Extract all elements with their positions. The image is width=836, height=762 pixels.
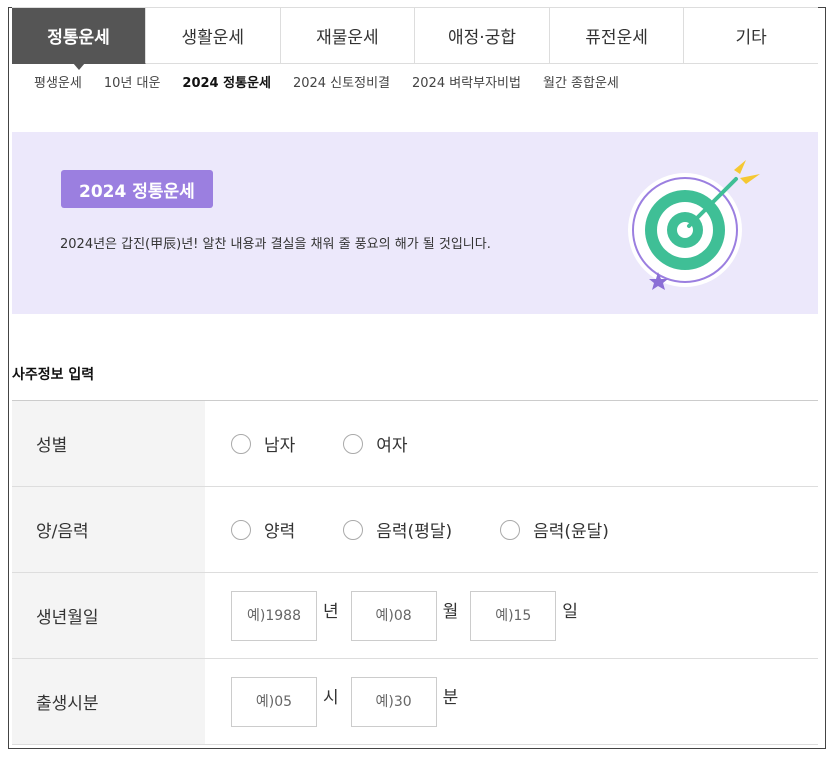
tab-wealth[interactable]: 재물운세 bbox=[280, 8, 416, 64]
radio-label: 음력(윤달) bbox=[533, 522, 609, 542]
banner-description: 2024년은 갑진(甲辰)년! 알찬 내용과 결실을 채워 줄 풍요의 해가 될… bbox=[60, 237, 491, 252]
calendar-solar-radio[interactable]: 양력 bbox=[231, 517, 295, 542]
day-unit: 일 bbox=[562, 602, 578, 622]
radio-circle[interactable] bbox=[343, 519, 364, 540]
radio-label: 음력(평달) bbox=[376, 522, 453, 542]
minute-unit: 분 bbox=[442, 688, 459, 708]
radio-label: 남자 bbox=[264, 436, 296, 456]
gender-female-radio[interactable]: 여자 bbox=[343, 431, 408, 456]
gender-label: 성별 bbox=[12, 401, 205, 486]
calendar-row: 양/음력 양력 음력(평달) 음력(윤달) bbox=[12, 487, 818, 573]
birth-hour-input[interactable] bbox=[231, 676, 317, 727]
gender-male-radio[interactable]: 남자 bbox=[231, 431, 295, 456]
birthdate-row: 생년월일 년 월 일 bbox=[12, 573, 818, 659]
radio-label: 양력 bbox=[264, 522, 296, 542]
subnav-lifetime[interactable]: 평생운세 bbox=[34, 72, 82, 91]
birthtime-row: 출생시분 시 분 bbox=[12, 659, 818, 745]
tab-fusion[interactable]: 퓨전운세 bbox=[549, 8, 685, 64]
hour-unit: 시 bbox=[323, 688, 339, 708]
calendar-lunar-leap-radio[interactable]: 음력(윤달) bbox=[500, 517, 609, 542]
sub-navigation: 평생운세 10년 대운 2024 정통운세 2024 신토정비결 2024 벼락… bbox=[34, 72, 641, 91]
tab-love[interactable]: 애정·궁합 bbox=[415, 8, 550, 64]
month-unit: 월 bbox=[442, 602, 459, 622]
calendar-lunar-regular-radio[interactable]: 음력(평달) bbox=[343, 517, 452, 542]
target-arrow-icon bbox=[628, 160, 760, 290]
radio-circle[interactable] bbox=[343, 433, 364, 454]
birth-month-input[interactable] bbox=[350, 590, 437, 641]
radio-circle[interactable] bbox=[500, 519, 521, 540]
year-unit: 년 bbox=[323, 602, 339, 622]
subnav-rich[interactable]: 2024 벼락부자비법 bbox=[412, 72, 521, 91]
birth-minute-input[interactable] bbox=[350, 676, 437, 727]
banner-badge: 2024 정통운세 bbox=[61, 170, 213, 208]
subnav-10year[interactable]: 10년 대운 bbox=[104, 72, 161, 91]
subnav-tojeong[interactable]: 2024 신토정비결 bbox=[293, 72, 390, 91]
form-title: 사주정보 입력 bbox=[12, 367, 95, 383]
hero-banner: 2024 정통운세 2024년은 갑진(甲辰)년! 알찬 내용과 결실을 채워 … bbox=[12, 132, 818, 314]
radio-label: 여자 bbox=[376, 436, 408, 456]
tab-etc[interactable]: 기타 bbox=[684, 8, 818, 64]
birth-year-input[interactable] bbox=[231, 590, 317, 641]
subnav-2024-jeongtong[interactable]: 2024 정통운세 bbox=[182, 72, 271, 91]
calendar-label: 양/음력 bbox=[12, 487, 205, 572]
birth-day-input[interactable] bbox=[470, 590, 557, 641]
subnav-monthly[interactable]: 월간 종합운세 bbox=[543, 72, 619, 91]
saju-form: 성별 남자 여자 양/음력 양력 음력(평달) 음력(윤달) 생년월일 예)19… bbox=[12, 400, 818, 745]
radio-circle[interactable] bbox=[231, 519, 251, 540]
gender-row: 성별 남자 여자 bbox=[12, 401, 818, 487]
birthdate-label: 생년월일 bbox=[12, 573, 205, 658]
tab-life[interactable]: 생활운세 bbox=[146, 8, 281, 64]
birthtime-label: 출생시분 bbox=[12, 659, 205, 744]
tab-jeongtong[interactable]: 정통운세 bbox=[12, 8, 146, 70]
radio-circle[interactable] bbox=[231, 433, 251, 454]
category-tabs: 정통운세 생활운세 재물운세 애정·궁합 퓨전운세 기타 bbox=[12, 7, 818, 70]
